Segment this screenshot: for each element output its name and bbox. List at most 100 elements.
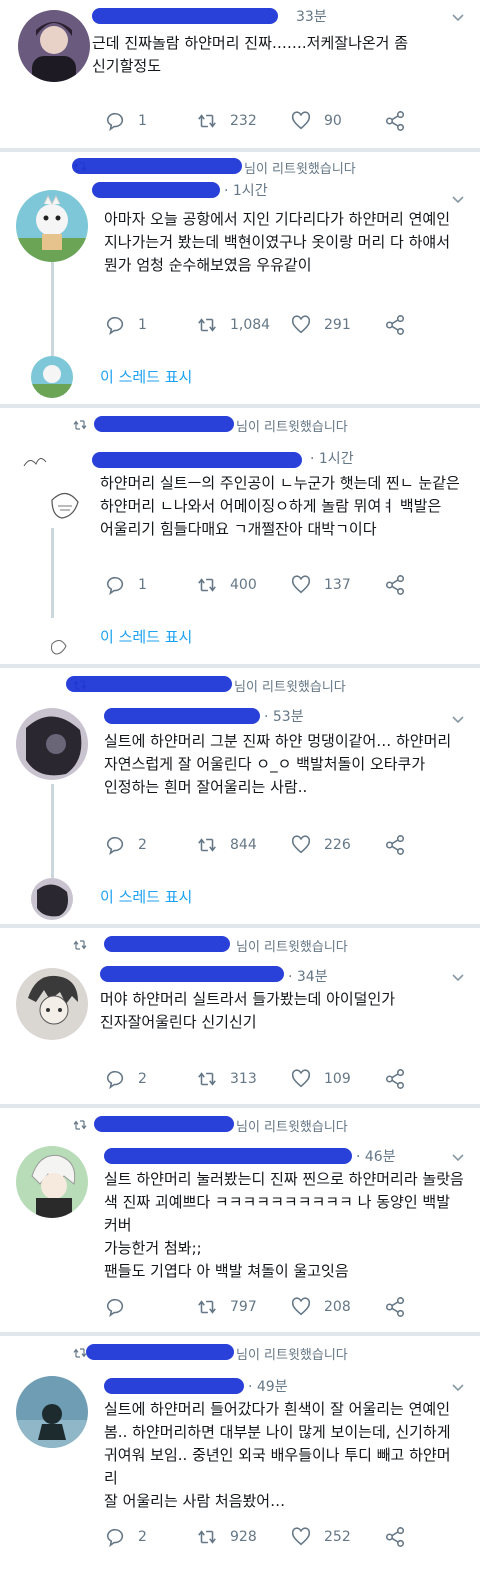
chevron-down-icon[interactable] (452, 716, 464, 724)
tweet-actions: 1 400 137 (104, 572, 424, 598)
tweet-time[interactable]: 33분 (296, 6, 327, 26)
avatar[interactable] (16, 968, 88, 1040)
like-count: 226 (324, 837, 351, 853)
tweet-text: 실트에 하얀머리 그분 진짜 하얀 멍댕이같어… 하얀머리 자연스럽게 잘 어울… (104, 732, 452, 796)
like-icon (291, 835, 311, 854)
reply-count: 1 (138, 577, 147, 593)
redacted-username (92, 182, 220, 198)
avatar[interactable] (16, 708, 88, 780)
reply-icon (106, 112, 124, 132)
like-icon (291, 111, 311, 130)
retweet-count: 400 (230, 577, 257, 593)
chevron-down-icon[interactable] (452, 1154, 464, 1162)
tweet-card[interactable]: 님이 리트윗했습니다 · 46분 실트 하얀머리 눌러봤는디 진짜 찐으로 하얀… (0, 1108, 480, 1332)
retweet-icon (198, 838, 216, 852)
retweet-count: 844 (230, 837, 257, 853)
retweet-label: 님이 리트윗했습니다 (236, 939, 348, 955)
chevron-down-icon[interactable] (452, 1384, 464, 1392)
tweet-card[interactable]: 33분 근데 진짜놀람 하얀머리 진짜…….저케잘나온거 좀 신기할정도 1 2… (0, 0, 480, 148)
share-button[interactable] (384, 312, 406, 338)
thread-avatar (30, 618, 74, 660)
like-button[interactable]: 109 (290, 1066, 351, 1092)
share-button[interactable] (384, 1294, 406, 1320)
reply-count: 2 (138, 1529, 147, 1545)
like-button[interactable]: 252 (290, 1524, 351, 1550)
like-button[interactable]: 90 (290, 108, 342, 134)
tweet-actions: 2 844 226 (104, 832, 424, 858)
thread-line (51, 784, 54, 878)
tweet-time[interactable]: · 34분 (288, 966, 328, 986)
retweet-icon (198, 318, 216, 332)
share-button[interactable] (384, 572, 406, 598)
retweet-icon (198, 1300, 216, 1314)
tweet-card[interactable]: 님이 리트윗했습니다 · 1시간 하얀머리 실트ㅡ의 주인공이 ㄴ누군가 햇는데… (0, 408, 480, 664)
show-thread-link[interactable]: 이 스레드 표시 (100, 886, 192, 907)
tweet-time[interactable]: · 1시간 (310, 448, 354, 468)
retweet-button[interactable]: 844 (196, 832, 257, 858)
like-button[interactable]: 291 (290, 312, 351, 338)
avatar[interactable] (16, 190, 88, 262)
retweet-count: 232 (230, 113, 257, 129)
reply-button[interactable]: 2 (104, 832, 147, 858)
redacted-retweeter (94, 1116, 234, 1132)
tweet-card[interactable]: 님이 리트윗했습니다 · 53분 실트에 하얀머리 그분 진짜 하얀 멍댕이같어… (0, 668, 480, 924)
like-button[interactable]: 226 (290, 832, 351, 858)
retweet-button[interactable]: 797 (196, 1294, 257, 1320)
reply-button[interactable]: 1 (104, 572, 147, 598)
show-thread-link[interactable]: 이 스레드 표시 (100, 626, 192, 647)
chevron-down-icon[interactable] (452, 196, 464, 204)
tweet-time[interactable]: · 1시간 (224, 180, 268, 200)
reply-icon (106, 576, 124, 596)
chevron-down-icon[interactable] (452, 14, 464, 22)
tweet-actions: 1 1,084 291 (104, 312, 424, 338)
retweet-button[interactable]: 232 (196, 108, 257, 134)
avatar[interactable] (16, 446, 88, 526)
avatar[interactable] (18, 10, 90, 82)
retweet-button[interactable]: 313 (196, 1066, 257, 1092)
avatar[interactable] (16, 1376, 88, 1448)
tweet-actions: 2 928 252 (104, 1524, 424, 1550)
like-count: 137 (324, 577, 351, 593)
like-count: 90 (324, 113, 342, 129)
retweet-button[interactable]: 928 (196, 1524, 257, 1550)
like-icon (291, 315, 311, 334)
retweet-icon (198, 1072, 216, 1086)
chevron-down-icon[interactable] (452, 974, 464, 982)
tweet-card[interactable]: 님이 리트윗했습니다 · 49분 실트에 하얀머리 들어갔다가 흰색이 잘 어울… (0, 1336, 480, 1569)
tweet-card[interactable]: 님이 리트윗했습니다 · 1시간 아마자 오늘 공항에서 지인 기다리다가 하얀… (0, 152, 480, 404)
tweet-time[interactable]: · 53분 (264, 706, 304, 726)
tweet-time[interactable]: · 46분 (356, 1146, 396, 1166)
share-button[interactable] (384, 1066, 406, 1092)
like-count: 109 (324, 1071, 351, 1087)
tweet-card[interactable]: 님이 리트윗했습니다 · 34분 머야 하얀머리 실트라서 들가봤는데 아이덜인… (0, 928, 480, 1104)
reply-button[interactable]: 2 (104, 1524, 147, 1550)
show-thread-link[interactable]: 이 스레드 표시 (100, 366, 192, 387)
reply-count: 2 (138, 1071, 147, 1087)
share-icon (385, 1069, 405, 1089)
reply-button[interactable]: 1 (104, 312, 147, 338)
redacted-username (104, 1148, 352, 1164)
thread-avatar (31, 356, 73, 398)
avatar[interactable] (16, 1146, 88, 1218)
retweet-button[interactable]: 400 (196, 572, 257, 598)
reply-icon (106, 1528, 124, 1548)
retweet-icon (198, 114, 216, 128)
retweet-count: 797 (230, 1299, 257, 1315)
share-icon (385, 1297, 405, 1317)
reply-icon (106, 1070, 124, 1090)
share-button[interactable] (384, 832, 406, 858)
like-icon (291, 1527, 311, 1546)
tweet-time[interactable]: · 49분 (248, 1376, 288, 1396)
reply-button[interactable]: 2 (104, 1066, 147, 1092)
share-button[interactable] (384, 1524, 406, 1550)
like-button[interactable]: 208 (290, 1294, 351, 1320)
reply-button[interactable]: 1 (104, 108, 147, 134)
retweet-count: 928 (230, 1529, 257, 1545)
tweet-text: 실트 하얀머리 눌러봤는디 진짜 찐으로 하얀머리라 놀랏음 색 진짜 괴예쁘다… (104, 1170, 464, 1280)
share-button[interactable] (384, 108, 406, 134)
reply-button[interactable] (104, 1294, 138, 1320)
retweet-button[interactable]: 1,084 (196, 312, 270, 338)
share-icon (385, 111, 405, 131)
like-button[interactable]: 137 (290, 572, 351, 598)
tweet-actions: 797 208 (104, 1294, 424, 1320)
